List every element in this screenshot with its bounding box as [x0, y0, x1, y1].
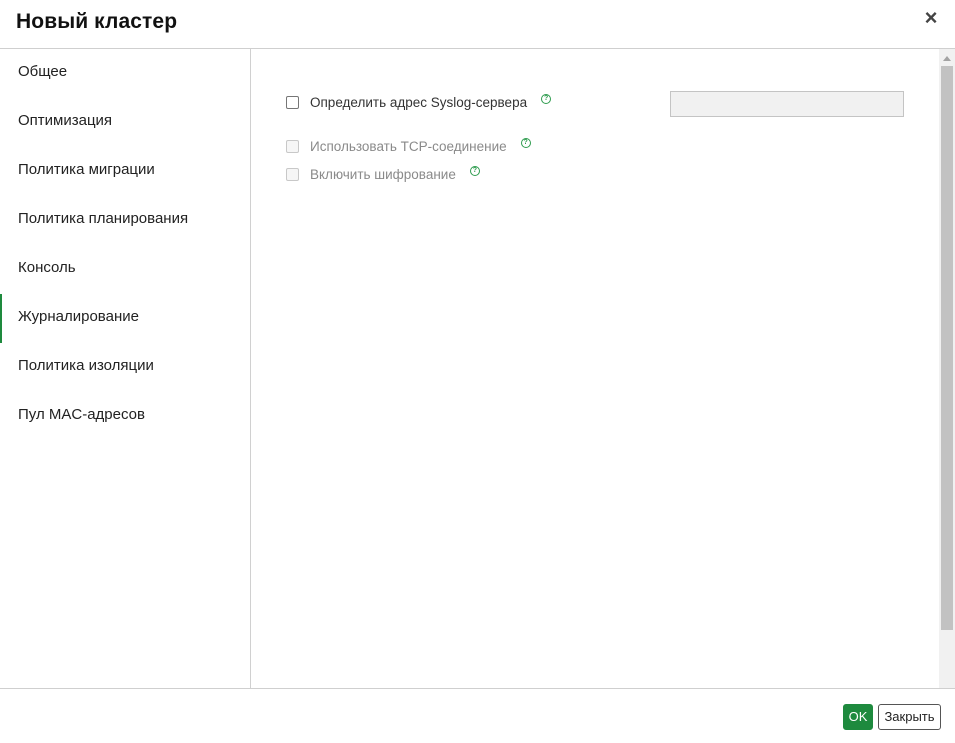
help-icon[interactable]: ? [541, 94, 552, 104]
sidebar-item-mac-pool[interactable]: Пул MAC-адресов [0, 392, 250, 441]
tcp-label: Использовать TCP-соединение [310, 138, 507, 154]
syslog-address-input[interactable] [670, 91, 904, 117]
dialog-footer: OK Закрыть [0, 688, 955, 743]
sidebar-item-fencing-policy[interactable]: Политика изоляции [0, 343, 250, 392]
sidebar: Общее Оптимизация Политика миграции Поли… [0, 49, 251, 688]
sidebar-item-scheduling-policy[interactable]: Политика планирования [0, 196, 250, 245]
sidebar-item-general[interactable]: Общее [0, 49, 250, 98]
close-button[interactable]: Закрыть [878, 704, 941, 730]
sidebar-item-optimization[interactable]: Оптимизация [0, 98, 250, 147]
syslog-row: Определить адрес Syslog-сервера ? [286, 92, 552, 112]
close-icon[interactable]: × [921, 6, 941, 30]
logging-panel: Определить адрес Syslog-сервера ? Исполь… [251, 49, 939, 688]
encryption-label: Включить шифрование [310, 166, 456, 182]
tcp-row: Использовать TCP-соединение ? [286, 136, 531, 156]
tcp-checkbox[interactable] [286, 139, 299, 153]
encryption-row: Включить шифрование ? [286, 164, 480, 184]
scroll-up-arrow-icon[interactable] [943, 56, 951, 61]
dialog-title: Новый кластер [16, 10, 178, 33]
help-icon[interactable]: ? [520, 138, 531, 148]
help-icon[interactable]: ? [469, 166, 480, 176]
ok-button[interactable]: OK [843, 704, 873, 730]
sidebar-item-console[interactable]: Консоль [0, 245, 250, 294]
sidebar-item-migration-policy[interactable]: Политика миграции [0, 147, 250, 196]
encryption-checkbox[interactable] [286, 167, 299, 181]
scrollbar-thumb[interactable] [941, 66, 953, 630]
sidebar-item-logging[interactable]: Журналирование [0, 294, 250, 343]
dialog-header: Новый кластер × [0, 0, 955, 49]
vertical-scrollbar[interactable] [939, 49, 955, 688]
syslog-label: Определить адрес Syslog-сервера [310, 94, 528, 110]
syslog-checkbox[interactable] [286, 95, 299, 109]
